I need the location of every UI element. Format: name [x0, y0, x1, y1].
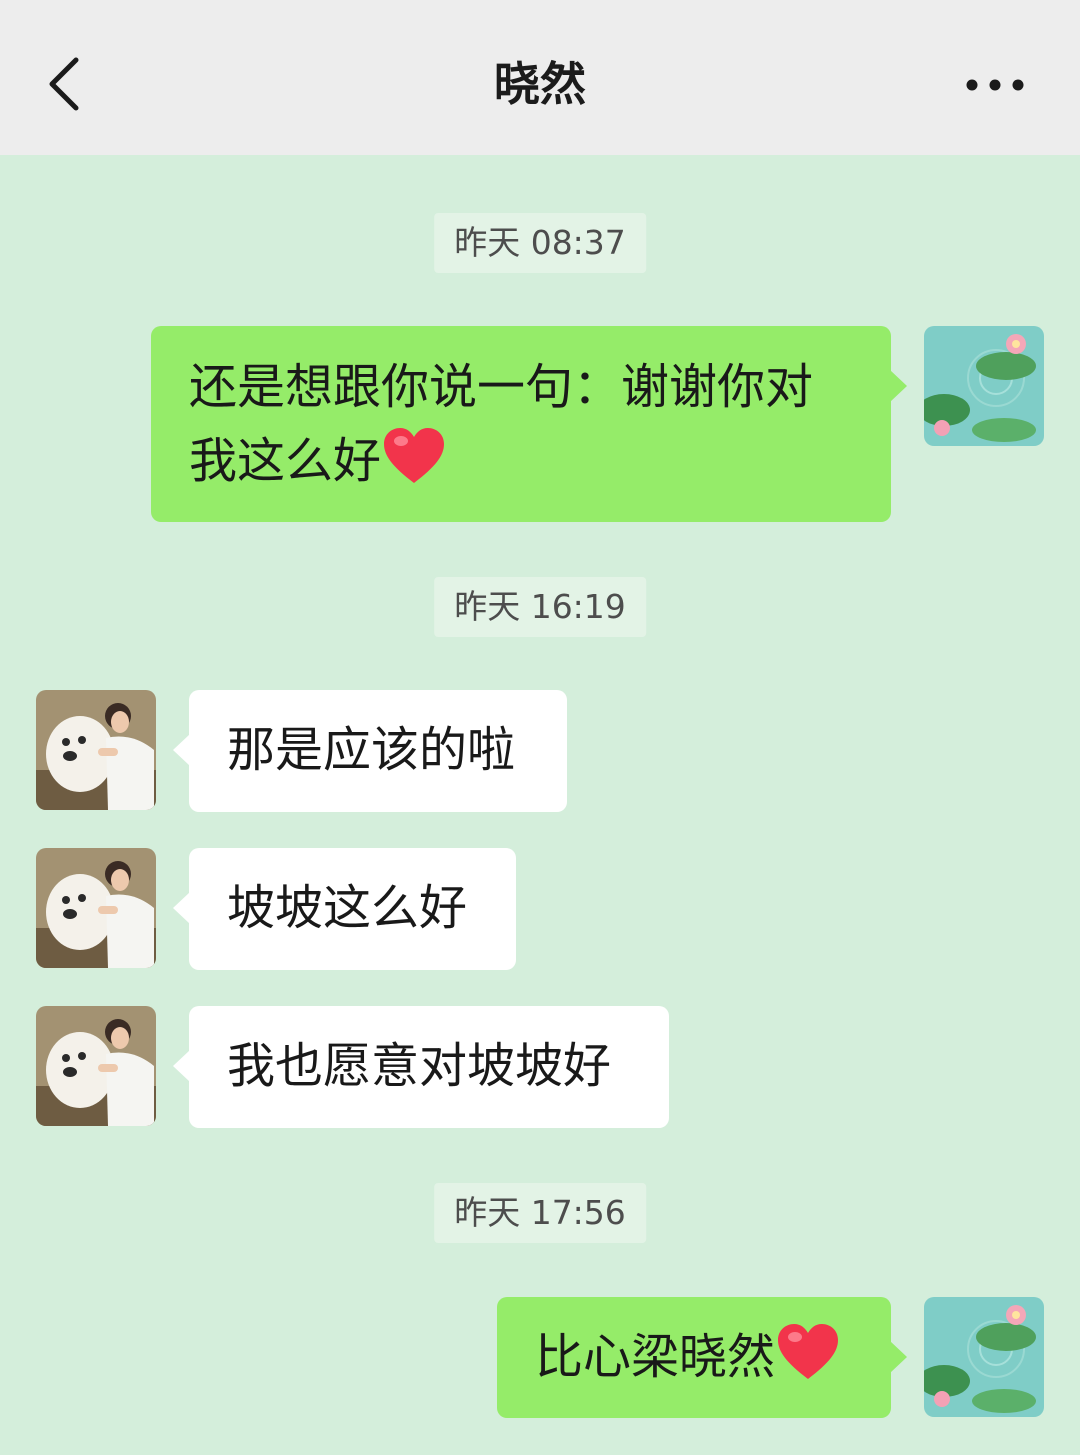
outgoing-message-bubble[interactable]: 还是想跟你说一句：谢谢你对我这么好 [151, 326, 907, 522]
chat-screen: 晓然 昨天 08:37 还是想跟你说一句：谢谢你对我这么好 昨天 16:19 那… [0, 0, 1080, 1455]
timestamp: 昨天 08:37 [434, 213, 646, 273]
message-text: 比心梁晓然 [535, 1329, 776, 1385]
ellipsis-icon[interactable] [962, 70, 1028, 100]
my-avatar[interactable] [924, 326, 1044, 446]
timestamp: 昨天 17:56 [434, 1183, 646, 1243]
incoming-message-bubble[interactable]: 坡坡这么好 [173, 848, 516, 970]
nav-bar: 晓然 [0, 0, 1080, 155]
message-text: 还是想跟你说一句：谢谢你对我这么好 [189, 359, 814, 489]
message-text: 那是应该的啦 [227, 722, 516, 778]
heart-icon [384, 428, 445, 483]
incoming-message-bubble[interactable]: 那是应该的啦 [173, 690, 567, 812]
contact-avatar[interactable] [36, 690, 156, 810]
message-text: 坡坡这么好 [227, 880, 468, 936]
heart-icon [778, 1324, 839, 1379]
incoming-message-bubble[interactable]: 我也愿意对坡坡好 [173, 1006, 669, 1128]
contact-avatar[interactable] [36, 1006, 156, 1126]
contact-avatar[interactable] [36, 848, 156, 968]
timestamp: 昨天 16:19 [434, 577, 646, 637]
message-text: 我也愿意对坡坡好 [227, 1038, 612, 1094]
chat-title: 晓然 [494, 57, 586, 111]
outgoing-message-bubble[interactable]: 比心梁晓然 [497, 1297, 907, 1418]
my-avatar[interactable] [924, 1297, 1044, 1417]
